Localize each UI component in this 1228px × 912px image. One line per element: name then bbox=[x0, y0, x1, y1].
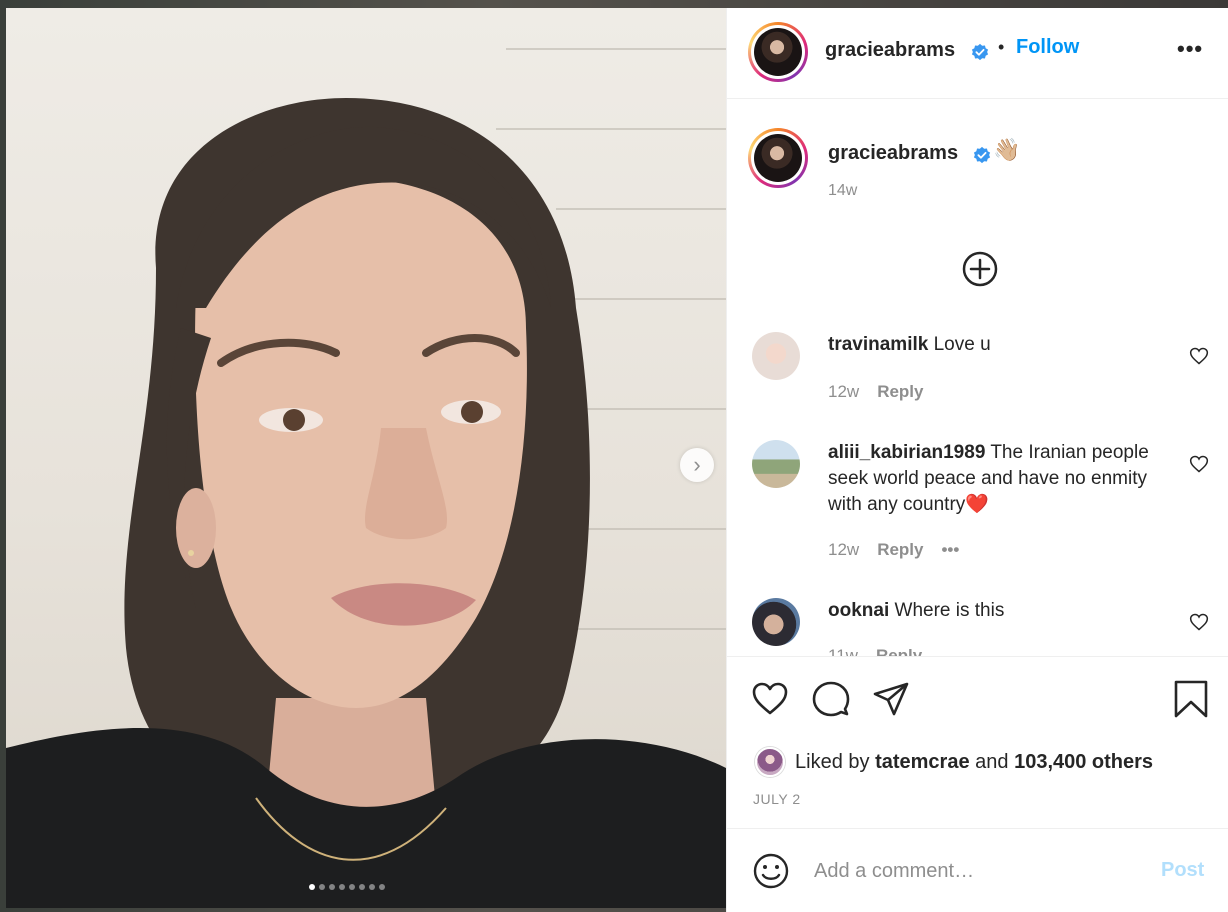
caption-username[interactable]: gracieabrams bbox=[828, 142, 958, 165]
post-button[interactable]: Post bbox=[1161, 859, 1204, 882]
comment-input[interactable] bbox=[814, 853, 1134, 889]
comment-meta: 11w Reply bbox=[828, 646, 922, 656]
comment-options-icon[interactable]: ••• bbox=[941, 540, 959, 560]
save-bookmark-icon[interactable] bbox=[1171, 679, 1211, 719]
author-avatar[interactable] bbox=[748, 22, 808, 82]
liked-by-prefix: Liked by bbox=[795, 750, 870, 773]
like-heart-icon[interactable] bbox=[750, 679, 790, 719]
comment-body: Where is this bbox=[894, 600, 1005, 621]
post-photo[interactable]: › bbox=[6, 8, 726, 908]
comment-bubble-icon[interactable] bbox=[811, 679, 851, 719]
post-actions: Liked by tatemcrae and 103,400 others JU… bbox=[727, 656, 1228, 828]
separator-dot: • bbox=[998, 37, 1005, 57]
caption-avatar[interactable] bbox=[748, 128, 808, 188]
slide-dot bbox=[349, 884, 355, 890]
heart-icon[interactable] bbox=[1189, 346, 1209, 366]
likes-summary: Liked by tatemcrae and 103,400 others bbox=[755, 747, 1153, 777]
commenter-avatar[interactable] bbox=[752, 598, 800, 646]
verified-badge-icon bbox=[973, 146, 991, 164]
comment-meta: 12w Reply ••• bbox=[828, 540, 959, 560]
author-username[interactable]: gracieabrams bbox=[825, 39, 955, 62]
next-slide-button[interactable]: › bbox=[680, 448, 714, 482]
slide-dot bbox=[309, 884, 315, 890]
reply-button[interactable]: Reply bbox=[877, 382, 923, 402]
heart-icon[interactable] bbox=[1189, 612, 1209, 632]
verified-badge-icon bbox=[971, 43, 989, 61]
liked-by-user[interactable]: tatemcrae bbox=[875, 751, 970, 773]
slide-dot bbox=[379, 884, 385, 890]
liked-and: and bbox=[975, 750, 1009, 773]
caption-timestamp: 14w bbox=[828, 182, 858, 199]
reply-button[interactable]: Reply bbox=[877, 540, 923, 560]
slide-dot bbox=[359, 884, 365, 890]
more-options-icon[interactable]: ••• bbox=[1177, 36, 1203, 62]
load-more-comments-icon[interactable] bbox=[961, 250, 999, 288]
portrait-illustration bbox=[6, 98, 726, 908]
liker-avatar[interactable] bbox=[755, 747, 785, 777]
comment-username[interactable]: ooknai bbox=[828, 600, 889, 621]
comment-body: Love u bbox=[933, 334, 991, 355]
comment-meta: 12w Reply bbox=[828, 382, 923, 402]
reply-button[interactable]: Reply bbox=[876, 646, 922, 656]
comment-text: ooknai Where is this bbox=[828, 598, 1173, 624]
comment-time: 12w bbox=[828, 540, 860, 559]
chevron-right-icon: › bbox=[693, 452, 701, 477]
comments-list[interactable]: gracieabrams 👋🏼 14w travinamilk Love u 1… bbox=[727, 100, 1228, 656]
slide-indicator bbox=[309, 884, 385, 890]
slide-dot bbox=[339, 884, 345, 890]
post-date: JULY 2 bbox=[753, 791, 801, 807]
caption-emoji: 👋🏼 bbox=[993, 137, 1021, 162]
commenter-avatar[interactable] bbox=[752, 332, 800, 380]
emoji-icon[interactable] bbox=[751, 851, 791, 891]
post-side-panel: gracieabrams • Follow ••• gracieabrams 👋… bbox=[726, 8, 1228, 912]
comment-composer: Post bbox=[727, 828, 1228, 912]
comment-username[interactable]: travinamilk bbox=[828, 334, 928, 355]
comment-text: aliii_kabirian1989 The Iranian people se… bbox=[828, 440, 1173, 518]
post-header: gracieabrams • Follow ••• bbox=[727, 8, 1228, 99]
slide-dot bbox=[319, 884, 325, 890]
share-paper-plane-icon[interactable] bbox=[871, 679, 911, 719]
comment-time: 11w bbox=[828, 646, 858, 656]
liked-others-count[interactable]: 103,400 others bbox=[1014, 751, 1153, 773]
commenter-avatar[interactable] bbox=[752, 440, 800, 488]
heart-icon[interactable] bbox=[1189, 454, 1209, 474]
comment-time: 12w bbox=[828, 382, 860, 401]
slide-dot bbox=[329, 884, 335, 890]
likes-text: Liked by tatemcrae and 103,400 others bbox=[795, 751, 1153, 774]
follow-button[interactable]: Follow bbox=[1016, 36, 1079, 59]
comment-text: travinamilk Love u bbox=[828, 332, 1173, 358]
slide-dot bbox=[369, 884, 375, 890]
comment-username[interactable]: aliii_kabirian1989 bbox=[828, 442, 985, 463]
